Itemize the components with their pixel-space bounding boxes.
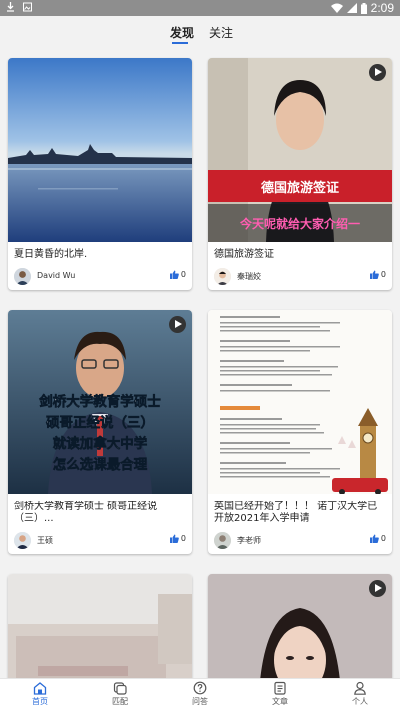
home-icon — [33, 682, 47, 695]
post-card[interactable] — [208, 574, 392, 679]
nav-home[interactable]: 首页 — [15, 681, 65, 707]
thumbs-up-icon — [169, 270, 179, 279]
author-name[interactable]: 李老师 — [237, 535, 261, 546]
play-icon[interactable] — [369, 64, 386, 81]
status-time: 2:09 — [370, 1, 394, 15]
match-icon — [113, 682, 127, 695]
battery-icon — [360, 2, 367, 14]
post-title[interactable]: 夏日黄昏的北岸. — [14, 249, 186, 261]
post-thumbnail[interactable] — [208, 574, 392, 679]
thumbs-up-icon — [369, 270, 379, 279]
video-caption-line: 剑桥大学教育学硕士 — [38, 393, 161, 410]
status-bar: 2:09 — [0, 0, 400, 16]
post-title[interactable]: 剑桥大学教育学硕士 硕哥正经说（三）... — [14, 501, 186, 525]
avatar[interactable] — [214, 268, 231, 285]
thumbs-up-icon — [369, 534, 379, 543]
like-count[interactable]: 0 — [169, 534, 186, 543]
video-caption: 德国旅游签证 — [261, 180, 339, 196]
author-name[interactable]: 秦瑞姣 — [237, 271, 261, 282]
video-caption-line: 就读加拿大中学 — [53, 435, 148, 452]
article-icon — [274, 681, 286, 695]
post-thumbnail[interactable]: 剑桥大学教育学硕士 硕哥正经说（三） 就读加拿大中学 怎么选课最合理 — [8, 310, 192, 494]
signal-icon — [346, 3, 357, 13]
avatar[interactable] — [14, 268, 31, 285]
post-card[interactable] — [8, 574, 192, 679]
like-count[interactable]: 0 — [369, 270, 386, 279]
top-tab-bar: 发现 关注 — [0, 16, 400, 50]
like-count[interactable]: 0 — [369, 534, 386, 543]
tab-following[interactable]: 关注 — [209, 24, 233, 41]
post-card[interactable]: 英国已经开始了！！！ 诺丁汉大学已开放2021年入学申请 李老师 0 — [208, 310, 392, 554]
tab-discover[interactable]: 发现 — [170, 24, 194, 41]
author-name[interactable]: David Wu — [37, 271, 75, 280]
play-icon[interactable] — [169, 316, 186, 333]
post-thumbnail[interactable] — [8, 58, 192, 242]
wifi-icon — [330, 3, 343, 13]
post-thumbnail[interactable] — [208, 310, 392, 494]
image-icon — [23, 2, 32, 12]
thumbs-up-icon — [169, 534, 179, 543]
download-icon — [7, 2, 14, 12]
video-caption-line: 怎么选课最合理 — [53, 456, 148, 473]
nav-articles[interactable]: 文章 — [255, 681, 305, 707]
nav-qa[interactable]: 问答 — [175, 681, 225, 707]
question-icon — [193, 681, 207, 695]
person-icon — [354, 681, 366, 695]
feed-grid[interactable]: 夏日黄昏的北岸. David Wu 0 德国旅游签证 今天呢就给大家介绍一 德国… — [0, 52, 400, 679]
nav-profile[interactable]: 个人 — [335, 681, 385, 707]
like-count[interactable]: 0 — [169, 270, 186, 279]
post-title[interactable]: 德国旅游签证 — [214, 249, 386, 261]
avatar[interactable] — [214, 532, 231, 549]
post-meta: 李老师 0 — [214, 532, 386, 550]
post-card[interactable]: 剑桥大学教育学硕士 硕哥正经说（三） 就读加拿大中学 怎么选课最合理 剑桥大学教… — [8, 310, 192, 554]
bottom-navigation: 首页 匹配 问答 文章 个人 — [0, 678, 400, 710]
post-meta: 秦瑞姣 0 — [214, 268, 386, 286]
post-meta: 王硕 0 — [14, 532, 186, 550]
active-tab-indicator — [172, 42, 188, 44]
post-thumbnail[interactable]: 德国旅游签证 今天呢就给大家介绍一 — [208, 58, 392, 242]
nav-match[interactable]: 匹配 — [95, 681, 145, 707]
avatar[interactable] — [14, 532, 31, 549]
video-caption-line: 硕哥正经说（三） — [46, 414, 154, 431]
post-card[interactable]: 德国旅游签证 今天呢就给大家介绍一 德国旅游签证 秦瑞姣 0 — [208, 58, 392, 290]
post-title[interactable]: 英国已经开始了！！！ 诺丁汉大学已开放2021年入学申请 — [214, 501, 386, 525]
author-name[interactable]: 王硕 — [37, 535, 53, 546]
post-card[interactable]: 夏日黄昏的北岸. David Wu 0 — [8, 58, 192, 290]
post-thumbnail[interactable] — [8, 574, 192, 679]
video-subtitle: 今天呢就给大家介绍一 — [239, 216, 360, 231]
play-icon[interactable] — [369, 580, 386, 597]
post-meta: David Wu 0 — [14, 268, 186, 286]
